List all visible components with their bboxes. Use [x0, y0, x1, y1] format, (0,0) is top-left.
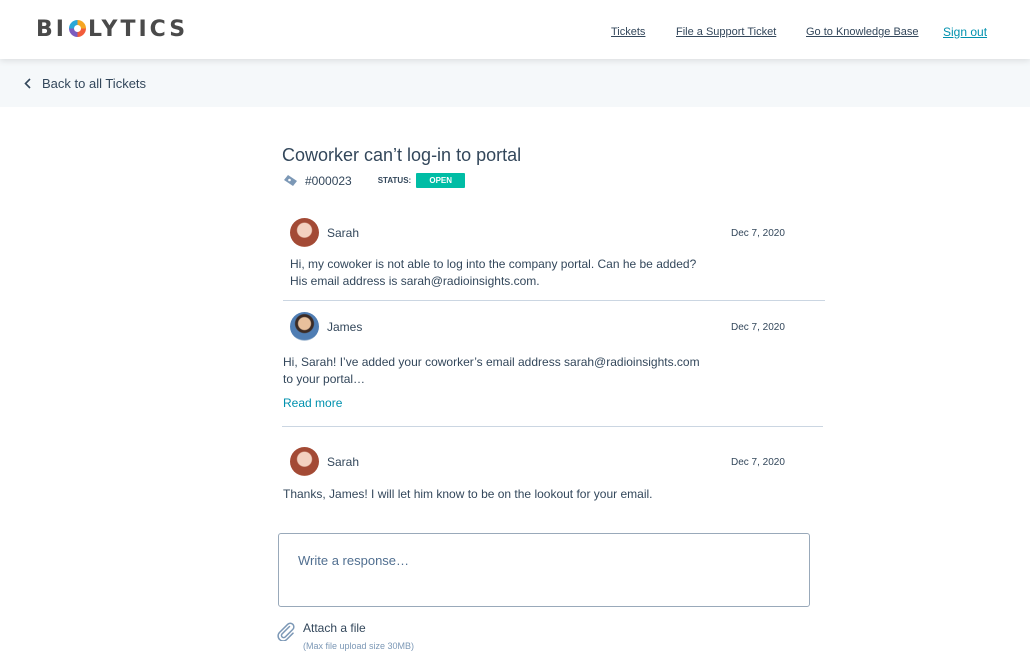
back-to-tickets-link[interactable]: Back to all Tickets — [24, 76, 146, 91]
status-badge: OPEN — [416, 173, 466, 188]
attach-file-button[interactable]: Attach a file — [276, 621, 366, 641]
message-author: Sarah — [290, 447, 359, 476]
message-author: Sarah — [290, 218, 359, 247]
paperclip-icon — [277, 622, 295, 641]
author-name: James — [327, 319, 363, 334]
author-name: Sarah — [327, 454, 360, 469]
message-date: Dec 7, 2020 — [731, 322, 785, 333]
ticket-icon — [284, 175, 297, 186]
ticket-number: #000023 — [305, 173, 352, 188]
message-date: Dec 7, 2020 — [731, 457, 785, 468]
ticket-title: Coworker can’t log-in to portal — [282, 145, 522, 165]
ticket-meta: #000023 STATUS: OPEN — [283, 173, 466, 188]
sign-out-link[interactable]: Sign out — [943, 25, 987, 39]
nav-file-ticket-link[interactable]: File a Support Ticket — [676, 26, 776, 38]
divider — [283, 300, 825, 301]
top-header: BI LYTICS Tickets File a Support Ticket G… — [0, 0, 1030, 59]
logo-mark — [68, 20, 86, 37]
nav-tickets-link[interactable]: Tickets — [611, 26, 645, 38]
message-body: Hi, my cowoker is not able to log into t… — [290, 257, 697, 288]
avatar — [290, 218, 319, 247]
logo-text-start: BI — [36, 17, 67, 42]
message-body: Thanks, James! I will let him know to be… — [283, 487, 653, 501]
avatar — [290, 447, 319, 476]
biglytics-logo[interactable]: BI LYTICS — [36, 17, 188, 42]
divider — [282, 426, 823, 427]
message-author: James — [290, 312, 362, 341]
attach-file-label: Attach a file — [303, 621, 366, 635]
status-label: STATUS: — [377, 176, 412, 185]
author-name: Sarah — [327, 225, 360, 240]
read-more-link[interactable]: Read more — [283, 396, 342, 410]
message-body: Hi, Sarah! I’ve added your coworker’s em… — [283, 355, 700, 386]
back-label: Back to all Tickets — [42, 76, 147, 91]
message-date: Dec 7, 2020 — [731, 228, 785, 239]
logo-text-end: LYTICS — [87, 17, 189, 42]
nav-knowledge-base-link[interactable]: Go to Knowledge Base — [806, 26, 919, 38]
avatar — [290, 312, 319, 341]
back-bar: Back to all Tickets — [0, 59, 1030, 107]
attach-size-note: (Max file upload size 30MB) — [303, 641, 415, 651]
chevron-left-icon — [24, 78, 31, 89]
response-input[interactable] — [278, 533, 810, 607]
